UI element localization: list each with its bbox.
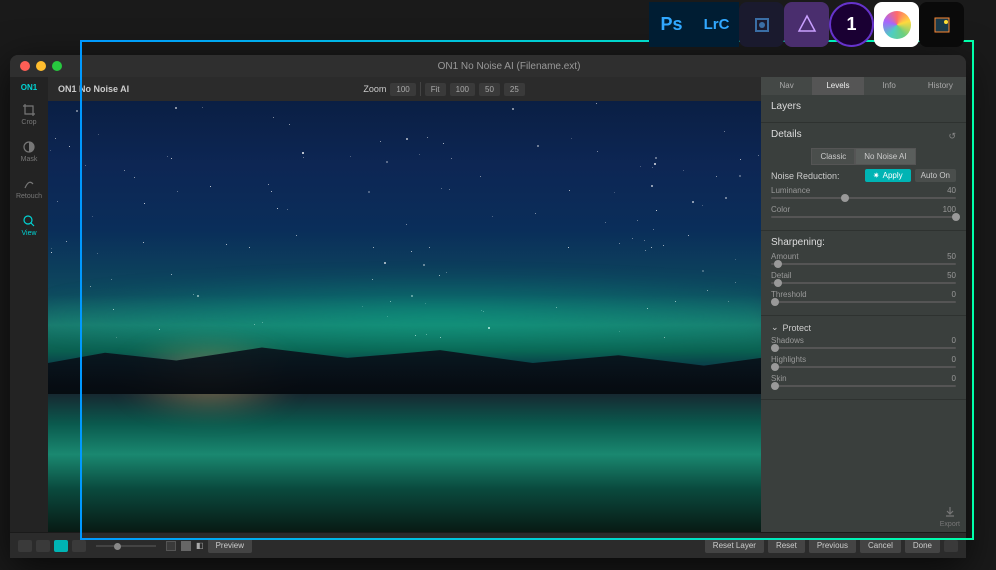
reset-button[interactable]: Reset (768, 538, 805, 553)
maximize-button[interactable] (52, 61, 62, 71)
previous-button[interactable]: Previous (809, 538, 856, 553)
zoom-100[interactable]: 100 (450, 83, 475, 96)
apply-button[interactable]: ✷ Apply (865, 169, 911, 182)
window-controls (20, 61, 62, 71)
skin-slider[interactable] (771, 385, 956, 387)
color-slider[interactable] (771, 216, 956, 218)
right-panel: Nav Levels Info History Layers Details ↺… (761, 77, 966, 532)
cancel-button[interactable]: Cancel (860, 538, 901, 553)
details-heading: Details (771, 129, 802, 140)
compare-checkbox[interactable] (166, 541, 176, 551)
image-canvas[interactable] (48, 101, 761, 532)
chevron-down-icon[interactable]: ⌄ (771, 322, 779, 333)
protect-heading: Protect (783, 323, 812, 333)
bottom-bar: ◧ Preview Reset Layer Reset Previous Can… (10, 532, 966, 558)
tab-nav[interactable]: Nav (761, 77, 812, 95)
panel-toggle-icon[interactable] (944, 540, 958, 552)
zoom-value[interactable]: 100 (390, 83, 415, 96)
view-tool[interactable]: View (16, 208, 42, 243)
view-mode-2[interactable] (36, 540, 50, 552)
app-window: ON1 No Noise AI (Filename.ext) ON1 Crop … (10, 55, 966, 558)
titlebar: ON1 No Noise AI (Filename.ext) (10, 55, 966, 77)
view-mode-3[interactable] (54, 540, 68, 552)
noise-label: Noise Reduction: (771, 171, 840, 181)
sharpening-heading: Sharpening: (771, 237, 956, 248)
details-reset-icon[interactable]: ↺ (948, 131, 956, 142)
zoom-fit[interactable]: Fit (425, 83, 446, 96)
zoom-label: Zoom (363, 84, 386, 94)
on1-logo: ON1 (15, 81, 43, 95)
canvas-header: ON1 No Noise AI Zoom 100 Fit 100 50 25 (48, 77, 761, 101)
view-mode-1[interactable] (18, 540, 32, 552)
threshold-slider[interactable] (771, 301, 956, 303)
affinity-icon (784, 2, 829, 47)
amount-slider[interactable] (771, 263, 956, 265)
tab-history[interactable]: History (915, 77, 966, 95)
lightroom-classic-icon: LrC (694, 2, 739, 47)
retouch-tool[interactable]: Retouch (16, 171, 42, 206)
export-button[interactable]: Export (940, 505, 960, 528)
close-button[interactable] (20, 61, 30, 71)
view-mode-4[interactable] (72, 540, 86, 552)
tab-levels[interactable]: Levels (812, 77, 863, 95)
center-pane: ON1 No Noise AI Zoom 100 Fit 100 50 25 (48, 77, 761, 532)
auto-on-button[interactable]: Auto On (915, 169, 956, 182)
left-toolbar: ON1 Crop Mask Retouch View (10, 77, 48, 532)
minimize-button[interactable] (36, 61, 46, 71)
mode-classic[interactable]: Classic (811, 148, 855, 165)
highlights-slider[interactable] (771, 366, 956, 368)
softproof-icon[interactable]: ◧ (196, 541, 204, 550)
elements-icon (739, 2, 784, 47)
detail-slider[interactable] (771, 282, 956, 284)
mode-nonoise[interactable]: No Noise AI (855, 148, 915, 165)
captureone-icon: 1 (829, 2, 874, 47)
zoom-50[interactable]: 50 (479, 83, 500, 96)
app-name: ON1 No Noise AI (58, 84, 129, 94)
mask-tool[interactable]: Mask (16, 134, 42, 169)
bottom-zoom-slider[interactable] (96, 545, 156, 547)
reset-layer-button[interactable]: Reset Layer (705, 538, 764, 553)
luminance-slider[interactable] (771, 197, 956, 199)
photoshop-icon: Ps (649, 2, 694, 47)
window-title: ON1 No Noise AI (Filename.ext) (62, 61, 956, 72)
layers-heading: Layers (771, 101, 956, 112)
apple-photos-icon (874, 2, 919, 47)
zoom-25[interactable]: 25 (504, 83, 525, 96)
pixelmator-icon (919, 2, 964, 47)
preview-button[interactable]: Preview (208, 538, 252, 553)
mask-view-icon[interactable] (180, 540, 192, 552)
plugin-host-icons: Ps LrC 1 (649, 2, 964, 47)
tab-info[interactable]: Info (864, 77, 915, 95)
crop-tool[interactable]: Crop (16, 97, 42, 132)
shadows-slider[interactable] (771, 347, 956, 349)
done-button[interactable]: Done (905, 538, 940, 553)
